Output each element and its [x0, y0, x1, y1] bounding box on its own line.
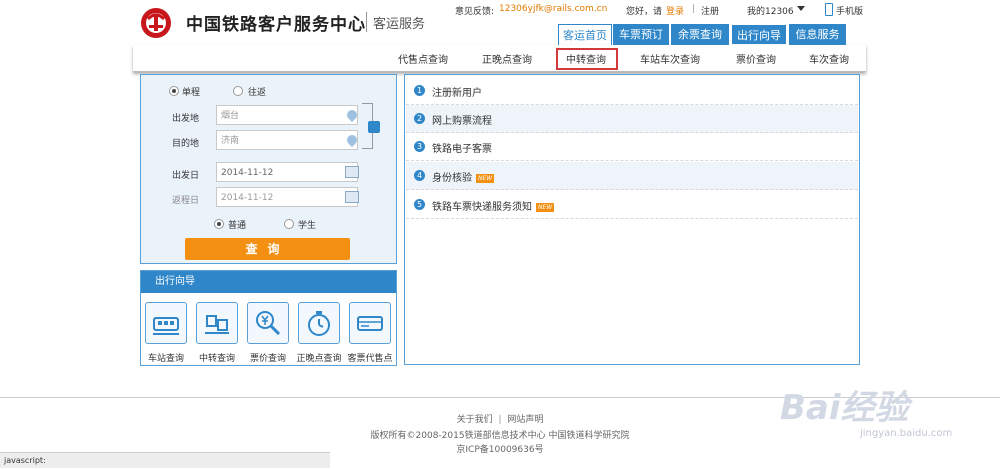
list-item[interactable]: 4 身份核验 NEW [406, 162, 858, 190]
depart-date-label: 出发日 [172, 171, 200, 181]
item-number: 5 [414, 199, 425, 210]
new-badge: NEW [536, 202, 555, 212]
subnav-delay-query[interactable]: 正晚点查询 [482, 51, 532, 66]
stopwatch-icon[interactable] [298, 302, 340, 344]
notice-list: 1 注册新用户 2 网上购票流程 3 铁路电子客票 4 身份核验 NEW 5 铁路… [404, 74, 860, 365]
sub-nav: 代售点查询 正晚点查询 中转查询 车站车次查询 票价查询 车次查询 [133, 45, 866, 72]
to-label: 目的地 [172, 139, 200, 149]
watermark-url: jingyan.baidu.com [860, 428, 953, 439]
item-number: 2 [414, 113, 425, 124]
notice-label: 铁路车票快递服务须知 [432, 202, 532, 213]
chevron-down-icon[interactable] [797, 6, 805, 11]
greeting-text: 您好，请 [626, 7, 663, 17]
selected-highlight [556, 48, 618, 70]
about-link[interactable]: 关于我们 [457, 415, 493, 425]
tab-ticket-booking[interactable]: 车票预订 [613, 24, 669, 45]
notice-text[interactable]: 网上购票流程 [432, 112, 492, 127]
register-link[interactable]: 注册 [701, 4, 719, 17]
query-button[interactable]: 查询 [185, 238, 350, 260]
title-divider [366, 12, 367, 32]
footer-separator: | [498, 415, 502, 425]
browser-status-bar: javascript: [0, 452, 330, 468]
railway-logo-icon[interactable] [140, 7, 172, 39]
guide-item-label[interactable]: 中转查询 [192, 351, 242, 364]
list-item[interactable]: 1 注册新用户 [406, 77, 858, 105]
baidu-watermark: Bai经验 [780, 388, 909, 428]
tab-info-service[interactable]: 信息服务 [789, 24, 846, 45]
item-number: 3 [414, 141, 425, 152]
calendar-icon[interactable] [345, 191, 359, 203]
new-badge: NEW [476, 173, 495, 183]
from-station-input[interactable]: 烟台 [216, 105, 358, 125]
student-ticket-label: 学生 [298, 221, 317, 231]
notice-text[interactable]: 铁路电子客票 [432, 140, 492, 155]
guide-title: 出行向导 [141, 271, 396, 293]
notice-label: 身份核验 [432, 173, 472, 184]
subnav-agency-query[interactable]: 代售点查询 [398, 51, 448, 66]
tab-home[interactable]: 客运首页 [558, 24, 612, 45]
return-date-label: 返程日 [172, 196, 200, 206]
my12306-link[interactable]: 我的12306 [747, 4, 794, 17]
round-trip-label: 往返 [248, 88, 267, 98]
feedback-email-link[interactable]: 12306yjfk@rails.com.cn [499, 4, 607, 14]
list-item[interactable]: 3 铁路电子客票 [406, 133, 858, 161]
subnav-station-train-query[interactable]: 车站车次查询 [640, 51, 700, 66]
guide-item-label[interactable]: 正晚点查询 [294, 351, 344, 364]
station-query-icon[interactable] [145, 302, 187, 344]
swap-stations-icon[interactable] [368, 121, 380, 133]
page-header: 中国铁路客户服务中心 客运服务 意见反馈: 12306yjfk@rails.co… [0, 0, 1000, 45]
tab-remaining-tickets[interactable]: 余票查询 [671, 24, 729, 45]
travel-guide-panel: 出行向导 车站查询 中转查询 票价查询 正晚点查询 客票代售点 [140, 270, 397, 366]
one-way-radio[interactable] [169, 86, 179, 96]
ticket-agency-icon[interactable] [349, 302, 391, 344]
round-trip-radio[interactable] [233, 86, 243, 96]
mobile-phone-icon [825, 3, 833, 16]
tab-travel-guide[interactable]: 出行向导 [731, 24, 787, 45]
return-date-input[interactable]: 2014-11-12 [216, 187, 358, 207]
notice-text[interactable]: 铁路车票快递服务须知 NEW [432, 198, 555, 213]
statement-link[interactable]: 网站声明 [507, 415, 543, 425]
list-item[interactable]: 5 铁路车票快递服务须知 NEW [406, 191, 858, 219]
item-number: 1 [414, 85, 425, 96]
normal-ticket-radio[interactable] [214, 219, 224, 229]
calendar-icon[interactable] [345, 166, 359, 178]
depart-date-input[interactable]: 2014-11-12 [216, 162, 358, 182]
guide-item-label[interactable]: 客票代售点 [345, 351, 395, 364]
subnav-train-query[interactable]: 车次查询 [809, 51, 849, 66]
link-divider: | [692, 4, 696, 14]
feedback-label: 意见反馈: [455, 7, 495, 17]
list-item[interactable]: 2 网上购票流程 [406, 105, 858, 133]
normal-ticket-label: 普通 [228, 221, 247, 231]
to-station-input[interactable]: 济南 [216, 130, 358, 150]
guide-item-label[interactable]: 票价查询 [243, 351, 293, 364]
footer-copyright: 版权所有©2008-2015铁道部信息技术中心 中国铁道科学研究院 [370, 431, 630, 441]
notice-text[interactable]: 注册新用户 [432, 84, 482, 99]
one-way-label: 单程 [182, 88, 201, 98]
mobile-version-link[interactable]: 手机版 [836, 4, 863, 17]
login-link[interactable]: 登录 [666, 4, 684, 17]
student-ticket-radio[interactable] [284, 219, 294, 229]
item-number: 4 [414, 170, 425, 181]
fare-query-icon[interactable] [247, 302, 289, 344]
guide-item-label[interactable]: 车站查询 [141, 351, 191, 364]
notice-text[interactable]: 身份核验 NEW [432, 169, 495, 184]
site-title: 中国铁路客户服务中心 [186, 15, 366, 35]
site-subtitle: 客运服务 [373, 17, 426, 32]
subnav-fare-query[interactable]: 票价查询 [736, 51, 776, 66]
from-label: 出发地 [172, 114, 200, 124]
transfer-query-icon[interactable] [196, 302, 238, 344]
